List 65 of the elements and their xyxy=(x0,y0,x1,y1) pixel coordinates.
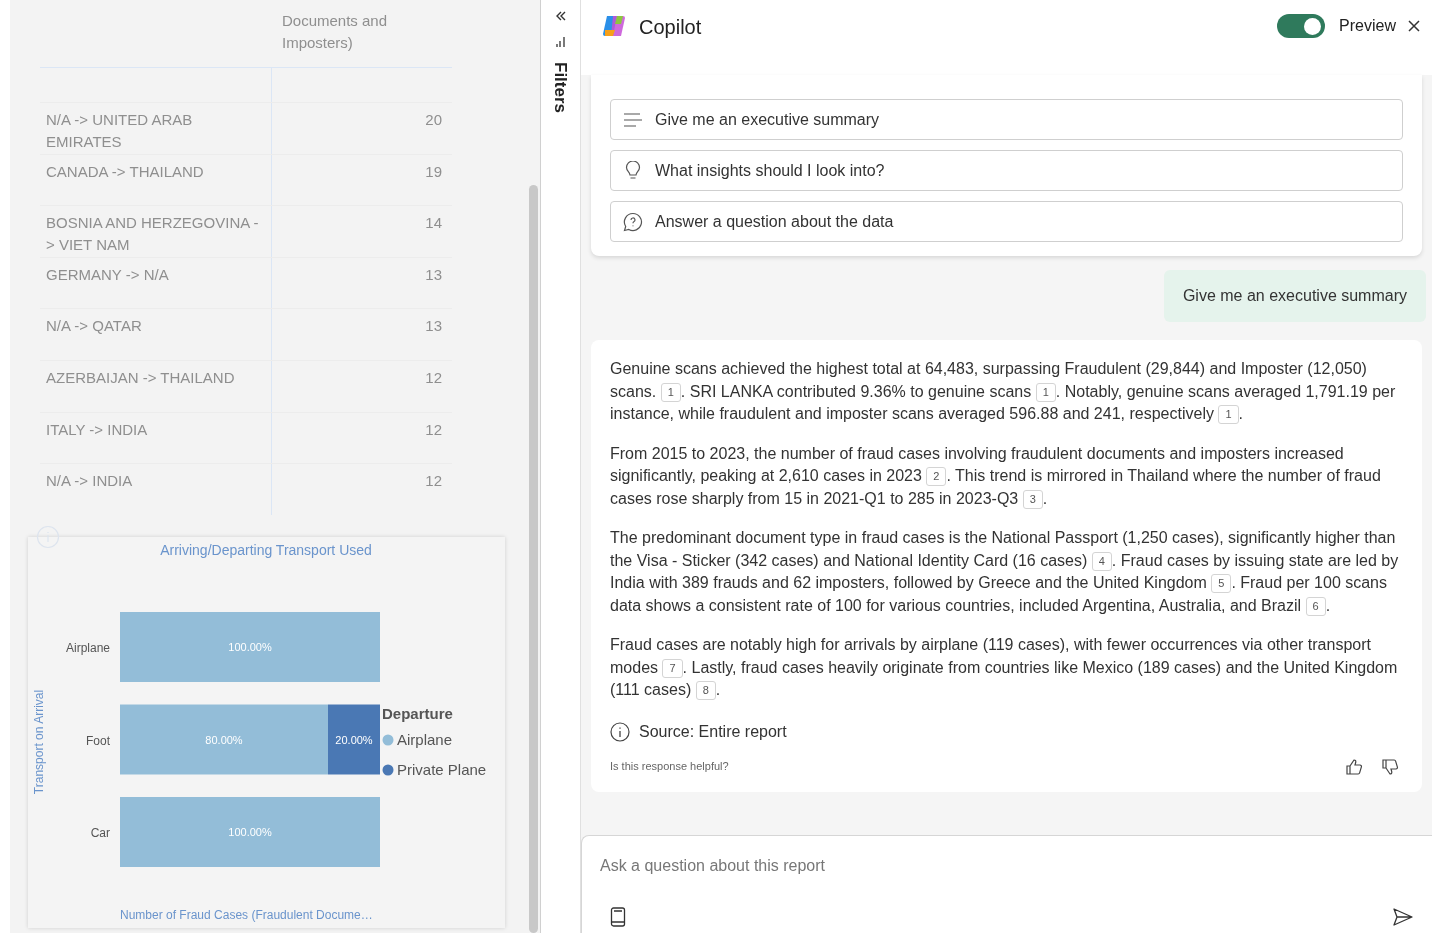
data-label: 100.00% xyxy=(228,641,272,653)
user-message: Give me an executive summary xyxy=(1163,270,1426,322)
lightbulb-icon xyxy=(625,160,641,181)
table-cell-text: 12 xyxy=(425,471,442,492)
citation-link[interactable]: 6 xyxy=(1305,596,1326,616)
book-icon[interactable] xyxy=(610,907,626,927)
response-paragraph: From 2015 to 2023, the number of fraud cases involving fraudulent documents and imposters increased significantly, peaking at 2,610 cases in 2023 2 . This trend is mirrored in Thailand where the number of fraud cases rose sharply from 15 in 2021-Q1 to 285 in 2023-Q3 3 . xyxy=(610,443,1382,510)
citation-link[interactable]: 2 xyxy=(926,467,947,487)
citation-link[interactable]: 5 xyxy=(1211,574,1232,594)
table-cell-text: 14 xyxy=(425,213,442,234)
citation-link[interactable]: 8 xyxy=(695,681,716,701)
thumbs-down-icon[interactable] xyxy=(1381,757,1399,776)
scrollbar-thumb[interactable] xyxy=(528,185,538,933)
preview-toggle[interactable] xyxy=(1277,14,1326,38)
data-label: 100.00% xyxy=(228,826,272,838)
source-label: Source: Entire report xyxy=(639,721,787,742)
citation-link[interactable]: 1 xyxy=(660,382,681,402)
data-label: 80.00% xyxy=(205,733,243,746)
citation-link[interactable]: 3 xyxy=(1022,489,1043,509)
table-cell-text: 13 xyxy=(425,316,442,337)
feedback-prompt: Is this response helpful? xyxy=(610,759,729,775)
data-label: 20.00% xyxy=(335,733,373,746)
table-cell-text: 20 xyxy=(425,110,442,130)
table-cell-text: GERMANY -> N/A xyxy=(46,264,170,285)
axis-label: Transport on Arrival xyxy=(32,689,46,795)
category-label: Car xyxy=(90,826,110,840)
legend-label: Airplane xyxy=(397,731,453,748)
legend-label: Private Plane xyxy=(397,761,487,778)
table-cell-text: N/A -> UNITED ARAB EMIRATES xyxy=(46,110,194,152)
info-icon xyxy=(610,721,630,742)
table-cell-text: 12 xyxy=(425,367,442,388)
citation-link[interactable]: 4 xyxy=(1091,551,1112,571)
table-cell-text: 19 xyxy=(425,161,442,182)
citation-link[interactable]: 7 xyxy=(662,658,683,678)
category-label: Airplane xyxy=(65,641,110,655)
suggestion-button[interactable]: Answer a question about the data xyxy=(610,201,1403,242)
suggestion-button[interactable]: What insights should I look into? xyxy=(610,150,1403,191)
thumbs-up-icon[interactable] xyxy=(1345,757,1363,776)
table-cell-text: N/A -> INDIA xyxy=(46,471,134,492)
chat-input-field[interactable]: Ask a question about this report xyxy=(581,835,1432,933)
table-cell-text: AZERBAIJAN -> THAILAND xyxy=(46,367,236,388)
category-label: Foot xyxy=(86,733,110,748)
pane-title: Copilot xyxy=(639,15,702,40)
table-cell-text: BOSNIA AND HERZEGOVINA -> VIET NAM xyxy=(46,213,260,256)
response-paragraph: Fraud cases are notably high for arrivals by airplane (119 cases), with fewer occurrences via other transport modes 7 . Lastly, fraud cases heavily originate from countries like Mexico (189 cases) and the United Kingdom (111 cases) 8 . xyxy=(610,634,1403,702)
collapse-icon[interactable] xyxy=(554,10,567,22)
text-lines-icon xyxy=(623,111,643,128)
table-cell-text: N/A -> QATAR xyxy=(46,316,143,337)
response-paragraph: The predominant document type in fraud cases is the National Passport (1,250 cases), significantly higher than the Visa - Sticker (342 cases) and National Identity Card (16 cases) 4 . Fraud cases by issuing state are led by India with 389 frauds and 62 imposters, followed by Greece and the United Kingdom 5 . Fraud per 100 scans data shows a consistent rate of 100 for various countries, included Argentina, Australia, and Brazil 6 . xyxy=(610,528,1400,617)
citation-link[interactable]: 1 xyxy=(1035,382,1056,402)
chart-title: Arriving/Departing Transport Used xyxy=(160,542,372,558)
table-cell-text: 13 xyxy=(425,264,442,285)
legend-title: Departure xyxy=(382,705,453,722)
question-bubble-icon xyxy=(623,211,643,232)
send-icon[interactable] xyxy=(1392,907,1414,927)
table-cell-text: CANADA -> THAILAND xyxy=(46,161,205,182)
citation-link[interactable]: 1 xyxy=(1218,405,1239,425)
close-icon[interactable] xyxy=(1408,20,1420,32)
preview-label: Preview xyxy=(1339,16,1396,36)
table-cell-text: 12 xyxy=(425,419,442,440)
response-paragraph: Genuine scans achieved the highest total at 64,483, surpassing Fraudulent (29,844) and Imposter (12,050) scans. 1 . SRI LANKA contributed 9.36% to genuine scans 1 . Notably, genuine scans averaged 1,791.19 per instance, while fraudulent and imposter scans averaged 596.88 and 241, respectively 1 . xyxy=(610,358,1403,426)
suggestion-button[interactable]: Give me an executive summary xyxy=(610,99,1403,140)
table-cell-text: ITALY -> INDIA xyxy=(46,419,149,440)
axis-label: Number of Fraud Cases (Fraudulent Docume… xyxy=(120,908,373,922)
filters-label[interactable]: Filters xyxy=(547,62,574,114)
